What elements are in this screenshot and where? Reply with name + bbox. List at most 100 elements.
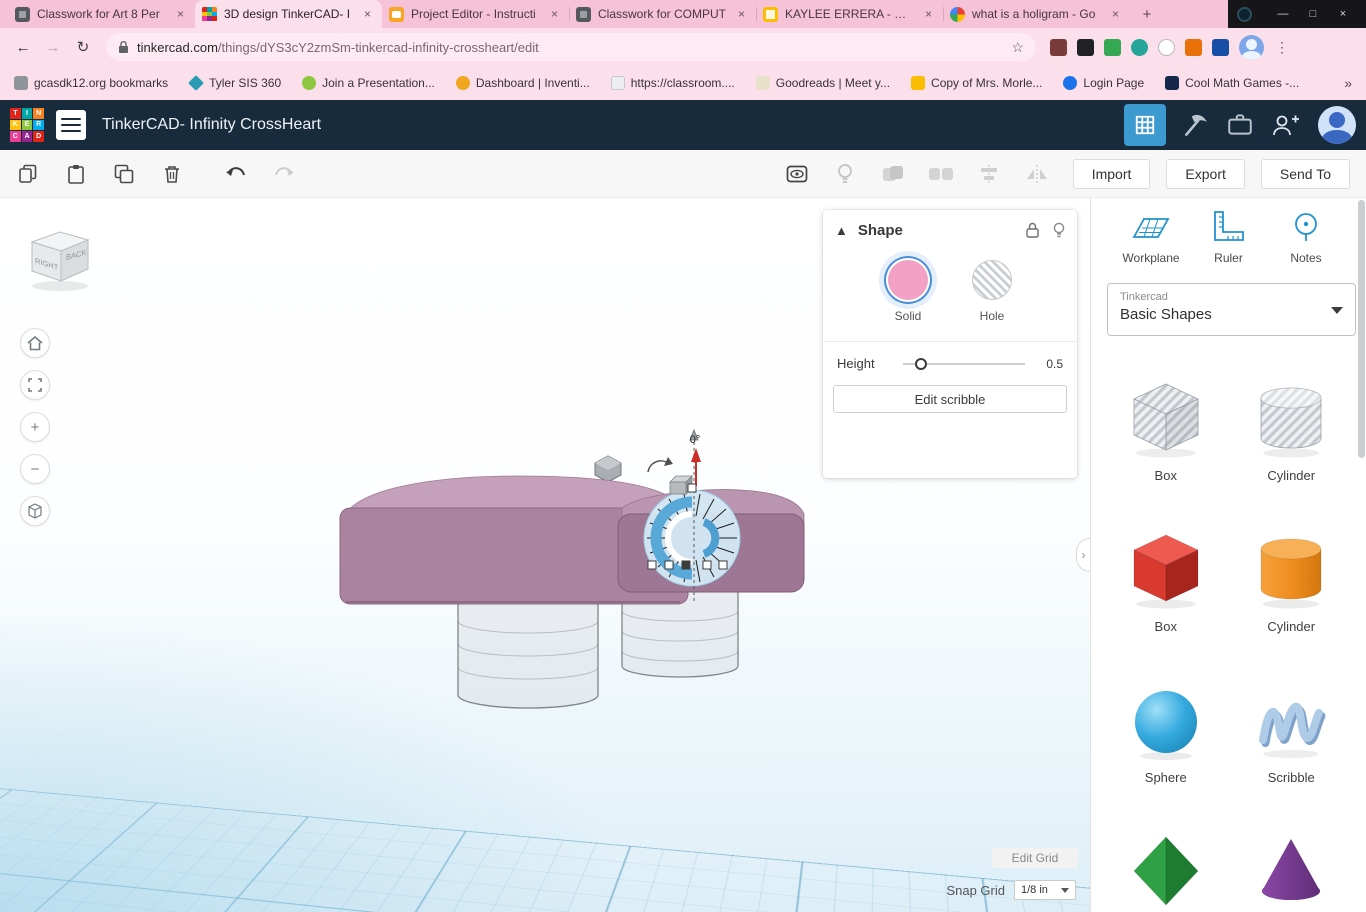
- height-slider[interactable]: [903, 363, 1025, 365]
- tab-stem[interactable]: KAYLEE ERRERA - STEM ×: [756, 0, 943, 28]
- bookmark-item[interactable]: Dashboard | Inventi...: [456, 76, 590, 90]
- tab-google-search[interactable]: what is a holigram - Go ×: [943, 0, 1130, 28]
- extension-icon[interactable]: [1185, 39, 1202, 56]
- extension-icon[interactable]: [1131, 39, 1148, 56]
- move-up-arrow[interactable]: [691, 448, 701, 462]
- tab-classwork-art[interactable]: Classwork for Art 8 Per ×: [8, 0, 195, 28]
- copy-icon[interactable]: [14, 160, 42, 188]
- group-icon[interactable]: [879, 160, 907, 188]
- shape-library-dropdown[interactable]: Tinkercad Basic Shapes: [1107, 283, 1356, 336]
- hex-shape[interactable]: [595, 456, 621, 482]
- bookmark-item[interactable]: gcasdk12.org bookmarks: [14, 76, 168, 90]
- sidebar-scrollbar[interactable]: [1358, 200, 1365, 458]
- bookmark-item[interactable]: https://classroom....: [611, 76, 735, 90]
- extension-icon[interactable]: [1050, 39, 1067, 56]
- edit-grid-button[interactable]: Edit Grid: [992, 848, 1078, 868]
- undo-icon[interactable]: [222, 160, 250, 188]
- tab-close-icon[interactable]: ×: [734, 7, 749, 22]
- account-avatar[interactable]: [1318, 106, 1356, 144]
- solid-option[interactable]: Solid: [888, 260, 928, 323]
- tab-project-editor[interactable]: Project Editor - Instructi ×: [382, 0, 569, 28]
- bookmark-item[interactable]: Cool Math Games -...: [1165, 76, 1299, 90]
- bookmark-item[interactable]: Join a Presentation...: [302, 76, 435, 90]
- blocks-view-button[interactable]: [1124, 104, 1166, 146]
- bookmark-item[interactable]: Login Page: [1063, 76, 1144, 90]
- visibility-bulb-icon[interactable]: [1053, 222, 1065, 238]
- design-title[interactable]: TinkerCAD- Infinity CrossHeart: [102, 116, 321, 134]
- url-omnibox[interactable]: tinkercad.com/things/dYS3cY2zmSm-tinkerc…: [106, 33, 1036, 61]
- lightbulb-icon[interactable]: [831, 160, 859, 188]
- notes-tool[interactable]: Notes: [1270, 210, 1342, 265]
- selected-scribble[interactable]: [644, 490, 740, 586]
- 3d-viewport[interactable]: RIGHT BACK + −: [0, 198, 1090, 912]
- tab-close-icon[interactable]: ×: [547, 7, 562, 22]
- bricks-pickaxe-icon[interactable]: [1182, 111, 1210, 139]
- snap-grid-dropdown[interactable]: 1/8 in: [1014, 880, 1076, 900]
- bookmark-star-icon[interactable]: ☆: [1011, 39, 1024, 56]
- bookmark-item[interactable]: Tyler SIS 360: [189, 76, 281, 90]
- shape-hole-cylinder[interactable]: Cylinder: [1249, 376, 1333, 483]
- browser-menu-icon[interactable]: ⋮: [1274, 39, 1290, 56]
- extension-icon[interactable]: [1077, 39, 1094, 56]
- export-button[interactable]: Export: [1166, 159, 1244, 189]
- tab-classwork-comp[interactable]: Classwork for COMPUT ×: [569, 0, 756, 28]
- extension-icon[interactable]: [1158, 39, 1175, 56]
- add-user-icon[interactable]: [1270, 112, 1300, 138]
- ruler-tool[interactable]: Ruler: [1193, 210, 1265, 265]
- edit-scribble-button[interactable]: Edit scribble: [833, 385, 1067, 413]
- new-tab-button[interactable]: +: [1134, 1, 1160, 27]
- main-menu-icon[interactable]: [56, 110, 86, 140]
- home-view-button[interactable]: [20, 328, 50, 358]
- forward-button[interactable]: →: [38, 32, 68, 62]
- fit-view-button[interactable]: [20, 370, 50, 400]
- workplane-tool[interactable]: Workplane: [1115, 210, 1187, 265]
- shape-hole-box[interactable]: Box: [1124, 376, 1208, 483]
- align-icon[interactable]: [975, 160, 1003, 188]
- delete-icon[interactable]: [158, 160, 186, 188]
- solid-swatch-icon[interactable]: [888, 260, 928, 300]
- lock-icon[interactable]: [1026, 222, 1039, 238]
- shape-scribble[interactable]: Scribble: [1249, 678, 1333, 785]
- reload-button[interactable]: ↻: [68, 32, 98, 62]
- tab-close-icon[interactable]: ×: [173, 7, 188, 22]
- maximize-button[interactable]: □: [1298, 8, 1328, 20]
- panel-expand-handle[interactable]: ›: [1076, 538, 1090, 572]
- tab-close-icon[interactable]: ×: [921, 7, 936, 22]
- mirror-icon[interactable]: [1023, 160, 1051, 188]
- view-cube[interactable]: RIGHT BACK: [20, 222, 104, 294]
- shape-red-box[interactable]: Box: [1124, 527, 1208, 634]
- back-button[interactable]: ←: [8, 32, 38, 62]
- collapse-panel-icon[interactable]: ▲: [835, 223, 848, 238]
- ungroup-icon[interactable]: [927, 160, 955, 188]
- extension-icon[interactable]: [1104, 39, 1121, 56]
- extension-icon[interactable]: [1212, 39, 1229, 56]
- profile-avatar[interactable]: [1239, 35, 1264, 60]
- bookmark-item[interactable]: Goodreads | Meet y...: [756, 76, 890, 90]
- tab-close-icon[interactable]: ×: [360, 7, 375, 22]
- briefcase-icon[interactable]: [1226, 111, 1254, 139]
- shape-green-pyramid[interactable]: [1124, 829, 1208, 912]
- paste-icon[interactable]: [62, 160, 90, 188]
- bookmarks-overflow-icon[interactable]: »: [1344, 75, 1352, 91]
- height-slider-knob[interactable]: [915, 358, 927, 370]
- hole-swatch-icon[interactable]: [972, 260, 1012, 300]
- tab-close-icon[interactable]: ×: [1108, 7, 1123, 22]
- tinkercad-logo[interactable]: TIN KER CAD: [10, 108, 44, 142]
- redo-icon[interactable]: [270, 160, 298, 188]
- perspective-toggle-button[interactable]: [20, 496, 50, 526]
- minimize-button[interactable]: —: [1268, 8, 1298, 20]
- bookmark-item[interactable]: Copy of Mrs. Morle...: [911, 76, 1042, 90]
- 3d-scene[interactable]: [330, 426, 830, 726]
- shape-orange-cylinder[interactable]: Cylinder: [1249, 527, 1333, 634]
- hole-option[interactable]: Hole: [972, 260, 1012, 323]
- zoom-out-button[interactable]: −: [20, 454, 50, 484]
- send-to-button[interactable]: Send To: [1261, 159, 1350, 189]
- import-button[interactable]: Import: [1073, 159, 1151, 189]
- tab-tinkercad-active[interactable]: 3D design TinkerCAD- I ×: [195, 0, 382, 28]
- show-all-icon[interactable]: [783, 160, 811, 188]
- shape-purple-cone[interactable]: [1249, 829, 1333, 912]
- duplicate-icon[interactable]: [110, 160, 138, 188]
- box-handle[interactable]: [670, 482, 686, 494]
- zoom-in-button[interactable]: +: [20, 412, 50, 442]
- shape-sphere[interactable]: Sphere: [1124, 678, 1208, 785]
